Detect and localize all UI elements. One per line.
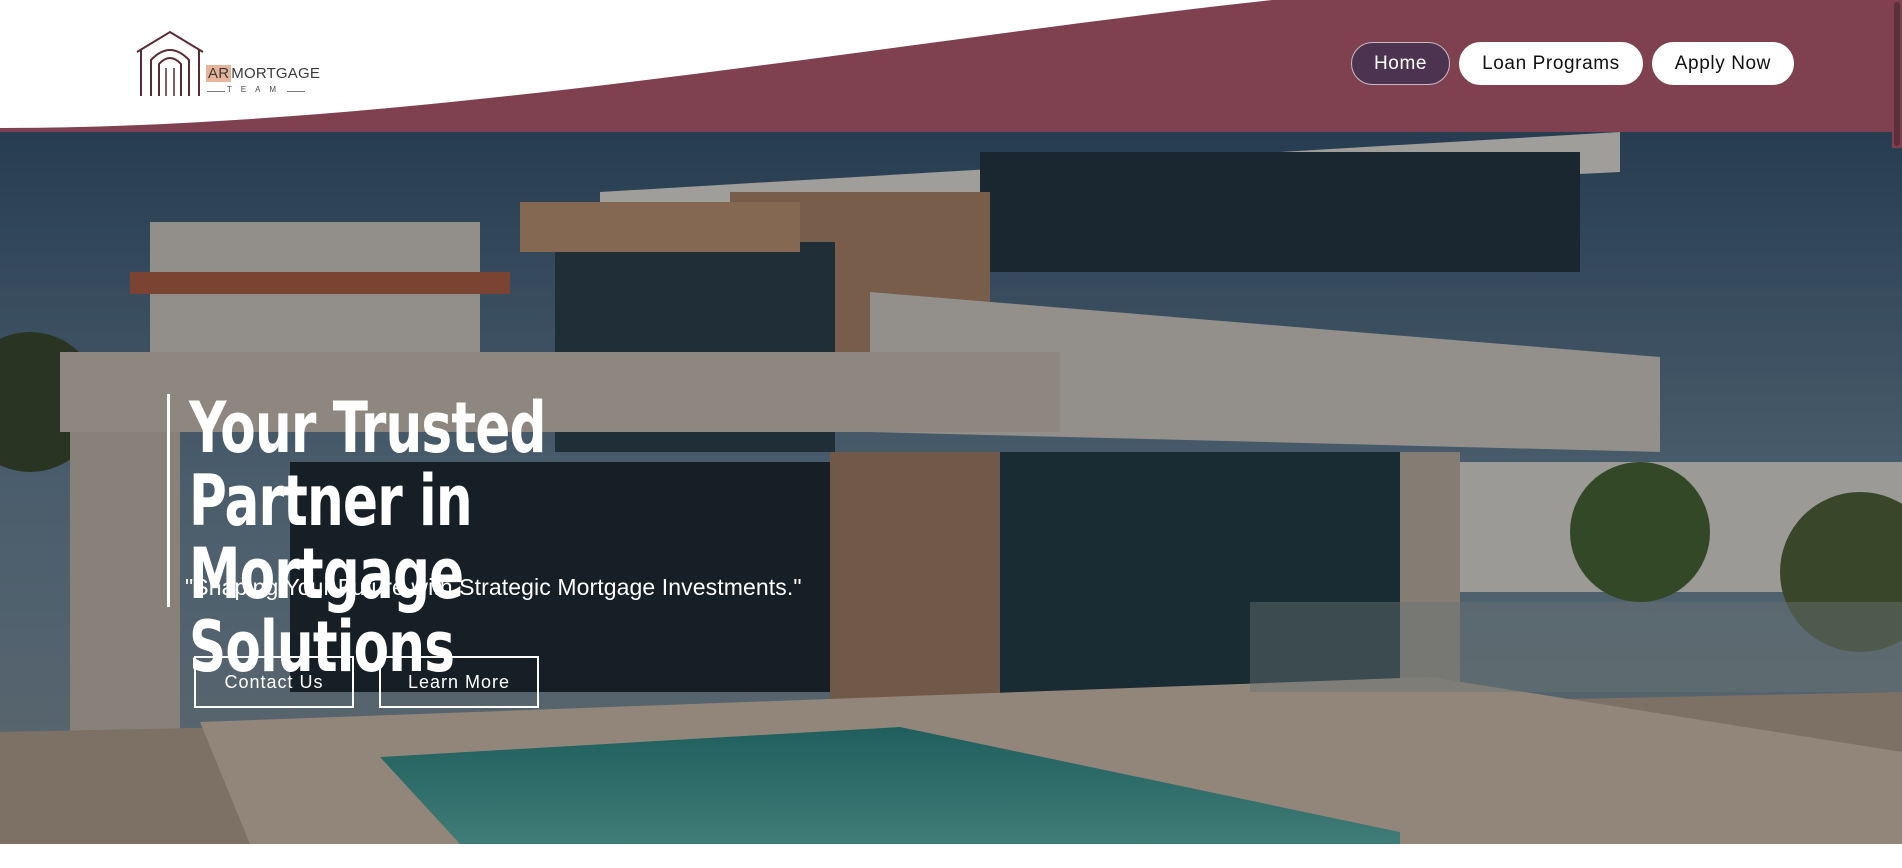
main-nav: Home Loan Programs Apply Now: [1350, 42, 1794, 85]
site-header: AR MORTGAGE TEAM Home Loan Programs Apply…: [0, 0, 1902, 132]
scrollbar-thumb[interactable]: [1894, 2, 1900, 146]
hero-title-line1: Your Trusted Partner in: [189, 387, 546, 542]
logo-word: MORTGAGE: [231, 65, 321, 82]
nav-home[interactable]: Home: [1350, 42, 1451, 85]
hero-section: Your Trusted Partner in Mortgage Solutio…: [0, 132, 1902, 844]
nav-apply-now[interactable]: Apply Now: [1651, 42, 1794, 85]
logo-prefix: AR: [206, 65, 232, 82]
hero-accent-line: [167, 394, 170, 607]
hero-title: Your Trusted Partner in Mortgage Solutio…: [189, 392, 714, 684]
nav-loan-programs[interactable]: Loan Programs: [1459, 42, 1643, 85]
logo-subtitle: TEAM: [207, 85, 305, 94]
logo-wordmark: AR MORTGAGE: [206, 65, 320, 82]
hero-subtitle: "Shaping Your Future with Strategic Mort…: [185, 574, 802, 600]
hero-buttons: Contact Us Learn More: [194, 656, 539, 708]
logo[interactable]: AR MORTGAGE TEAM: [135, 30, 320, 100]
scrollbar[interactable]: [1892, 0, 1902, 148]
contact-us-button[interactable]: Contact Us: [194, 656, 354, 708]
learn-more-button[interactable]: Learn More: [379, 656, 539, 708]
house-logo-icon: [136, 30, 204, 96]
